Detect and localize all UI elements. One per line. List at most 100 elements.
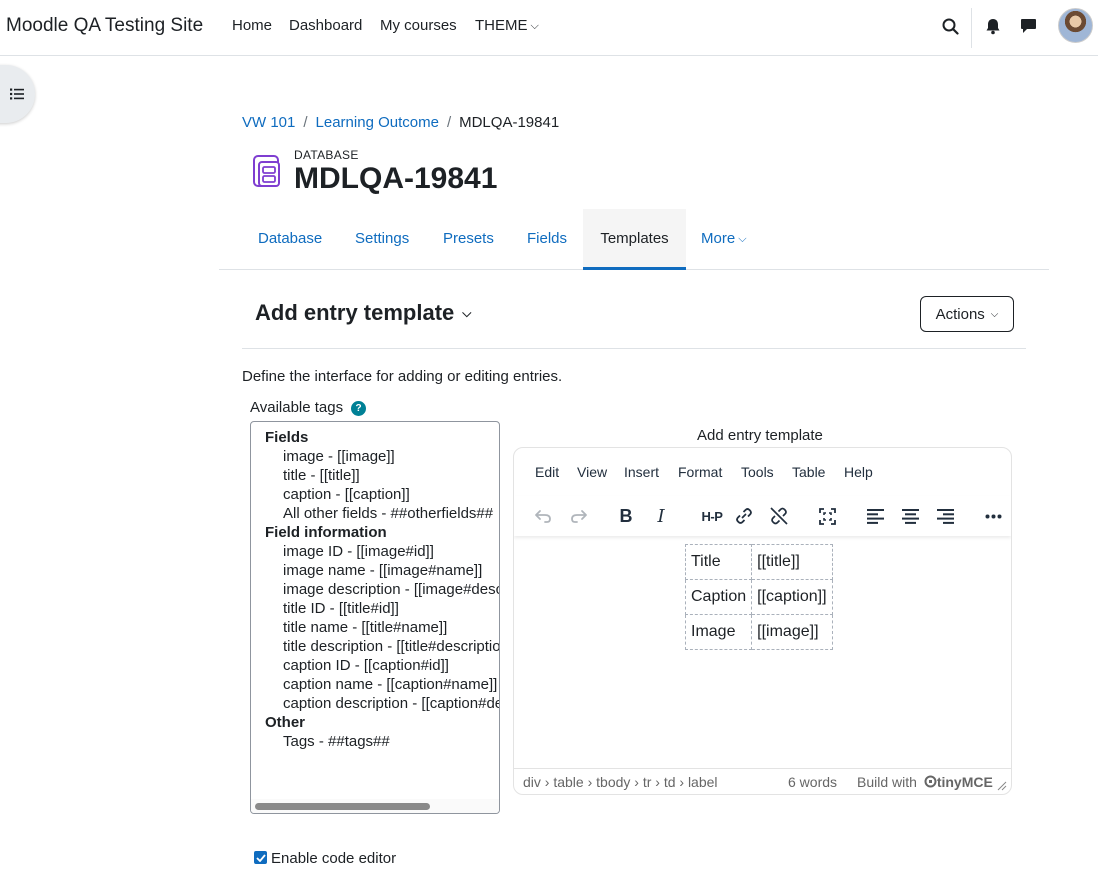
nav-my-courses[interactable]: My courses <box>380 17 457 34</box>
editor-content[interactable]: Title [[title]] Caption [[caption]] Imag… <box>514 538 1011 770</box>
list-item[interactable]: All other fields - ##otherfields## <box>265 504 499 523</box>
italic-icon[interactable]: I <box>645 500 677 532</box>
bold-glyph: B <box>619 505 633 526</box>
bell-icon[interactable] <box>982 15 1004 37</box>
chat-icon[interactable] <box>1017 15 1039 37</box>
nav-home[interactable]: Home <box>232 17 272 34</box>
build-with-label: Build with <box>857 774 917 790</box>
fullscreen-icon[interactable] <box>811 500 843 532</box>
table-cell[interactable]: Image <box>684 614 753 650</box>
database-icon <box>252 154 284 190</box>
tinymce-branding[interactable]: Build with tinyMCE <box>857 774 993 790</box>
editor-label: Add entry template <box>697 427 823 444</box>
actions-button[interactable]: Actions ⌵ <box>920 296 1014 332</box>
more-icon[interactable] <box>977 500 1009 532</box>
breadcrumb-separator: / <box>446 114 452 131</box>
table-cell[interactable]: [[image]] <box>751 614 833 650</box>
tab-more-label: More <box>701 230 736 247</box>
menu-tools[interactable]: Tools <box>741 464 774 480</box>
menu-format[interactable]: Format <box>678 464 722 480</box>
tags-list-content: Fields image - [[image]] title - [[title]]… <box>265 428 499 751</box>
list-item[interactable]: image ID - [[image#id]] <box>265 542 499 561</box>
h5p-icon[interactable]: H-P <box>694 500 730 532</box>
list-item[interactable]: caption description - [[caption#descript… <box>265 694 499 713</box>
link-icon[interactable] <box>728 500 760 532</box>
divider <box>242 348 1026 349</box>
breadcrumb-current: MDLQA-19841 <box>459 114 560 131</box>
list-item[interactable]: title name - [[title#name]] <box>265 618 499 637</box>
list-item[interactable]: caption name - [[caption#name]] <box>265 675 499 694</box>
editor-toolbar: B I H-P <box>514 496 1011 536</box>
list-item[interactable]: title - [[title]] <box>265 466 499 485</box>
unlink-icon[interactable] <box>763 500 795 532</box>
tags-group-title: Other <box>265 714 306 731</box>
undo-icon[interactable] <box>527 500 559 532</box>
menu-insert[interactable]: Insert <box>624 464 659 480</box>
menu-view[interactable]: View <box>577 464 607 480</box>
list-item[interactable]: image - [[image]] <box>265 447 499 466</box>
tinymce-brand: tinyMCE <box>936 774 993 790</box>
tags-group-title: Fields <box>265 429 309 446</box>
nav-dashboard[interactable]: Dashboard <box>289 17 362 34</box>
list-item[interactable]: title ID - [[title#id]] <box>265 599 499 618</box>
menu-help[interactable]: Help <box>844 464 873 480</box>
activity-type-label: DATABASE <box>294 148 359 162</box>
table-row: Caption [[caption]] <box>684 579 833 615</box>
table-cell[interactable]: [[caption]] <box>751 579 833 615</box>
list-icon <box>9 88 24 100</box>
course-index-toggle[interactable] <box>0 65 35 123</box>
actions-button-label: Actions <box>935 305 985 323</box>
table-row: Image [[image]] <box>684 614 833 650</box>
navbar-divider <box>971 8 972 48</box>
user-avatar[interactable] <box>1058 8 1093 43</box>
tab-settings[interactable]: Settings <box>355 209 409 270</box>
available-tags-list[interactable]: Fields image - [[image]] title - [[title]]… <box>250 421 500 814</box>
table-cell[interactable]: Title <box>684 544 753 580</box>
top-navbar: Moodle QA Testing Site Home Dashboard My… <box>0 0 1098 56</box>
breadcrumb: VW 101 / Learning Outcome / MDLQA-19841 <box>242 114 559 131</box>
list-item[interactable]: image name - [[image#name]] <box>265 561 499 580</box>
breadcrumb-section[interactable]: Learning Outcome <box>316 114 439 131</box>
element-path[interactable]: div › table › tbody › tr › td › label <box>523 774 718 790</box>
align-center-icon[interactable] <box>894 500 926 532</box>
search-icon[interactable] <box>939 15 961 37</box>
page-title: MDLQA-19841 <box>294 162 498 195</box>
help-icon[interactable]: ? <box>351 401 366 416</box>
nav-theme-menu[interactable]: THEME ⌵ <box>475 17 539 34</box>
site-name[interactable]: Moodle QA Testing Site <box>6 15 203 37</box>
table-cell[interactable]: Caption <box>684 579 753 615</box>
list-item[interactable]: title description - [[title#description]… <box>265 637 499 656</box>
tab-fields[interactable]: Fields <box>527 209 567 270</box>
chevron-down-icon: ⌵ <box>990 308 999 320</box>
list-item[interactable]: caption ID - [[caption#id]] <box>265 656 499 675</box>
list-item[interactable]: Tags - ##tags## <box>265 732 499 751</box>
menu-edit[interactable]: Edit <box>535 464 559 480</box>
tab-database[interactable]: Database <box>258 209 322 270</box>
list-item[interactable]: caption - [[caption]] <box>265 485 499 504</box>
list-item[interactable]: image description - [[image#description]… <box>265 580 499 599</box>
code-editor-label[interactable]: Enable code editor <box>271 850 396 867</box>
chevron-down-icon: ⌵ <box>462 306 472 320</box>
resize-handle-icon[interactable] <box>997 781 1007 791</box>
horizontal-scrollbar[interactable] <box>251 799 499 813</box>
tab-more[interactable]: More ⌵ <box>701 209 747 270</box>
align-right-icon[interactable] <box>929 500 961 532</box>
breadcrumb-course[interactable]: VW 101 <box>242 114 295 131</box>
scrollbar-thumb[interactable] <box>255 803 430 810</box>
word-count[interactable]: 6 words <box>788 774 837 790</box>
tab-presets[interactable]: Presets <box>443 209 494 270</box>
italic-glyph: I <box>657 505 665 527</box>
available-tags-label: Available tags <box>250 399 344 416</box>
redo-icon[interactable] <box>563 500 595 532</box>
tab-templates[interactable]: Templates <box>583 209 686 270</box>
template-selector[interactable]: Add entry template ⌵ <box>255 300 471 326</box>
bold-icon[interactable]: B <box>610 500 642 532</box>
tinymce-logo-icon <box>924 775 937 788</box>
code-editor-checkbox[interactable] <box>254 851 267 864</box>
align-left-icon[interactable] <box>859 500 891 532</box>
template-table: Title [[title]] Caption [[caption]] Imag… <box>684 544 833 650</box>
editor-statusbar: div › table › tbody › tr › td › label 6 … <box>514 768 1011 794</box>
nav-theme-label: THEME <box>475 17 528 34</box>
menu-table[interactable]: Table <box>792 464 825 480</box>
table-cell[interactable]: [[title]] <box>751 544 833 580</box>
